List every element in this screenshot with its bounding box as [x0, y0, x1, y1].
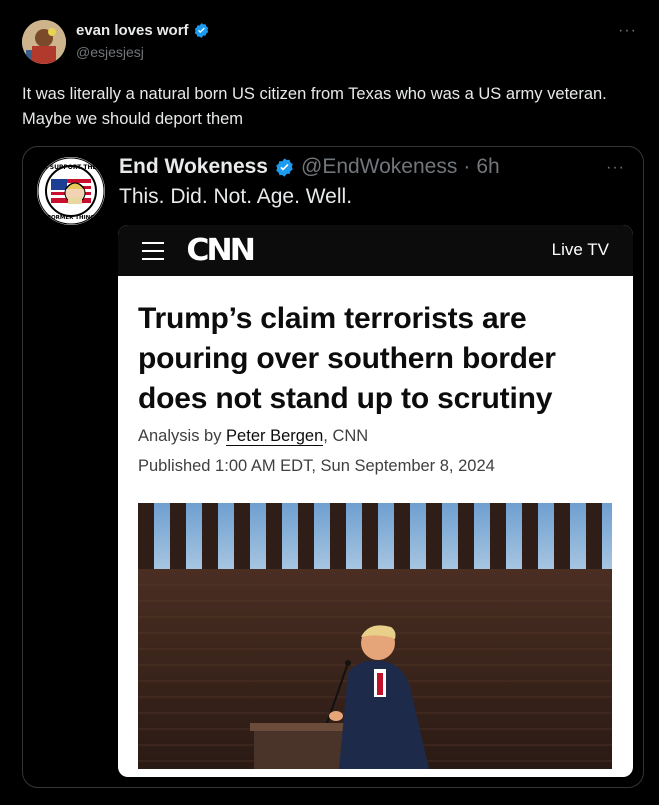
more-options-icon[interactable]: ···: [618, 22, 637, 40]
quoted-tweet[interactable]: I SUPPORT THE FORMER THING End Wokeness …: [22, 146, 644, 788]
svg-text:I SUPPORT THE: I SUPPORT THE: [45, 164, 96, 171]
article-headline: Trump’s claim terrorists are pouring ove…: [138, 302, 556, 415]
quoted-more-options-icon[interactable]: ···: [606, 159, 625, 177]
verified-badge-icon: [276, 157, 293, 177]
hamburger-menu-icon: [142, 242, 164, 260]
article-published-date: Published 1:00 AM EDT, Sun September 8, …: [138, 457, 495, 475]
svg-text:FORMER THING: FORMER THING: [47, 215, 95, 221]
quoted-time[interactable]: 6h: [476, 155, 499, 179]
byline-suffix: , CNN: [323, 427, 369, 445]
quoted-separator: ·: [463, 155, 471, 178]
tweet-text: It was literally a natural born US citiz…: [22, 85, 607, 128]
quoted-display-name[interactable]: End Wokeness: [119, 155, 268, 179]
byline-author: Peter Bergen: [226, 427, 324, 446]
quoted-header: End Wokeness @EndWokeness · 6h: [119, 155, 500, 179]
byline-prefix: Analysis by: [138, 427, 222, 445]
author-name[interactable]: evan loves worf: [76, 22, 210, 39]
live-tv-link: Live TV: [551, 240, 609, 259]
user-avatar[interactable]: [22, 20, 66, 64]
article-image[interactable]: CNN Live TV Trump’s claim terrorists are…: [118, 225, 633, 777]
article-byline: Analysis by Peter Bergen, CNN: [138, 427, 368, 446]
verified-badge-icon: [194, 23, 208, 38]
cnn-logo: CNN: [186, 233, 256, 268]
cnn-nav-bar: CNN Live TV: [118, 225, 633, 276]
border-wall-photo: [138, 503, 612, 769]
author-display-name[interactable]: evan loves worf: [76, 22, 189, 39]
quoted-handle[interactable]: @EndWokeness: [301, 155, 457, 179]
author-handle[interactable]: @esjesjesj: [76, 44, 144, 60]
quoted-text: This. Did. Not. Age. Well.: [119, 185, 353, 208]
quoted-avatar[interactable]: I SUPPORT THE FORMER THING: [37, 157, 105, 225]
